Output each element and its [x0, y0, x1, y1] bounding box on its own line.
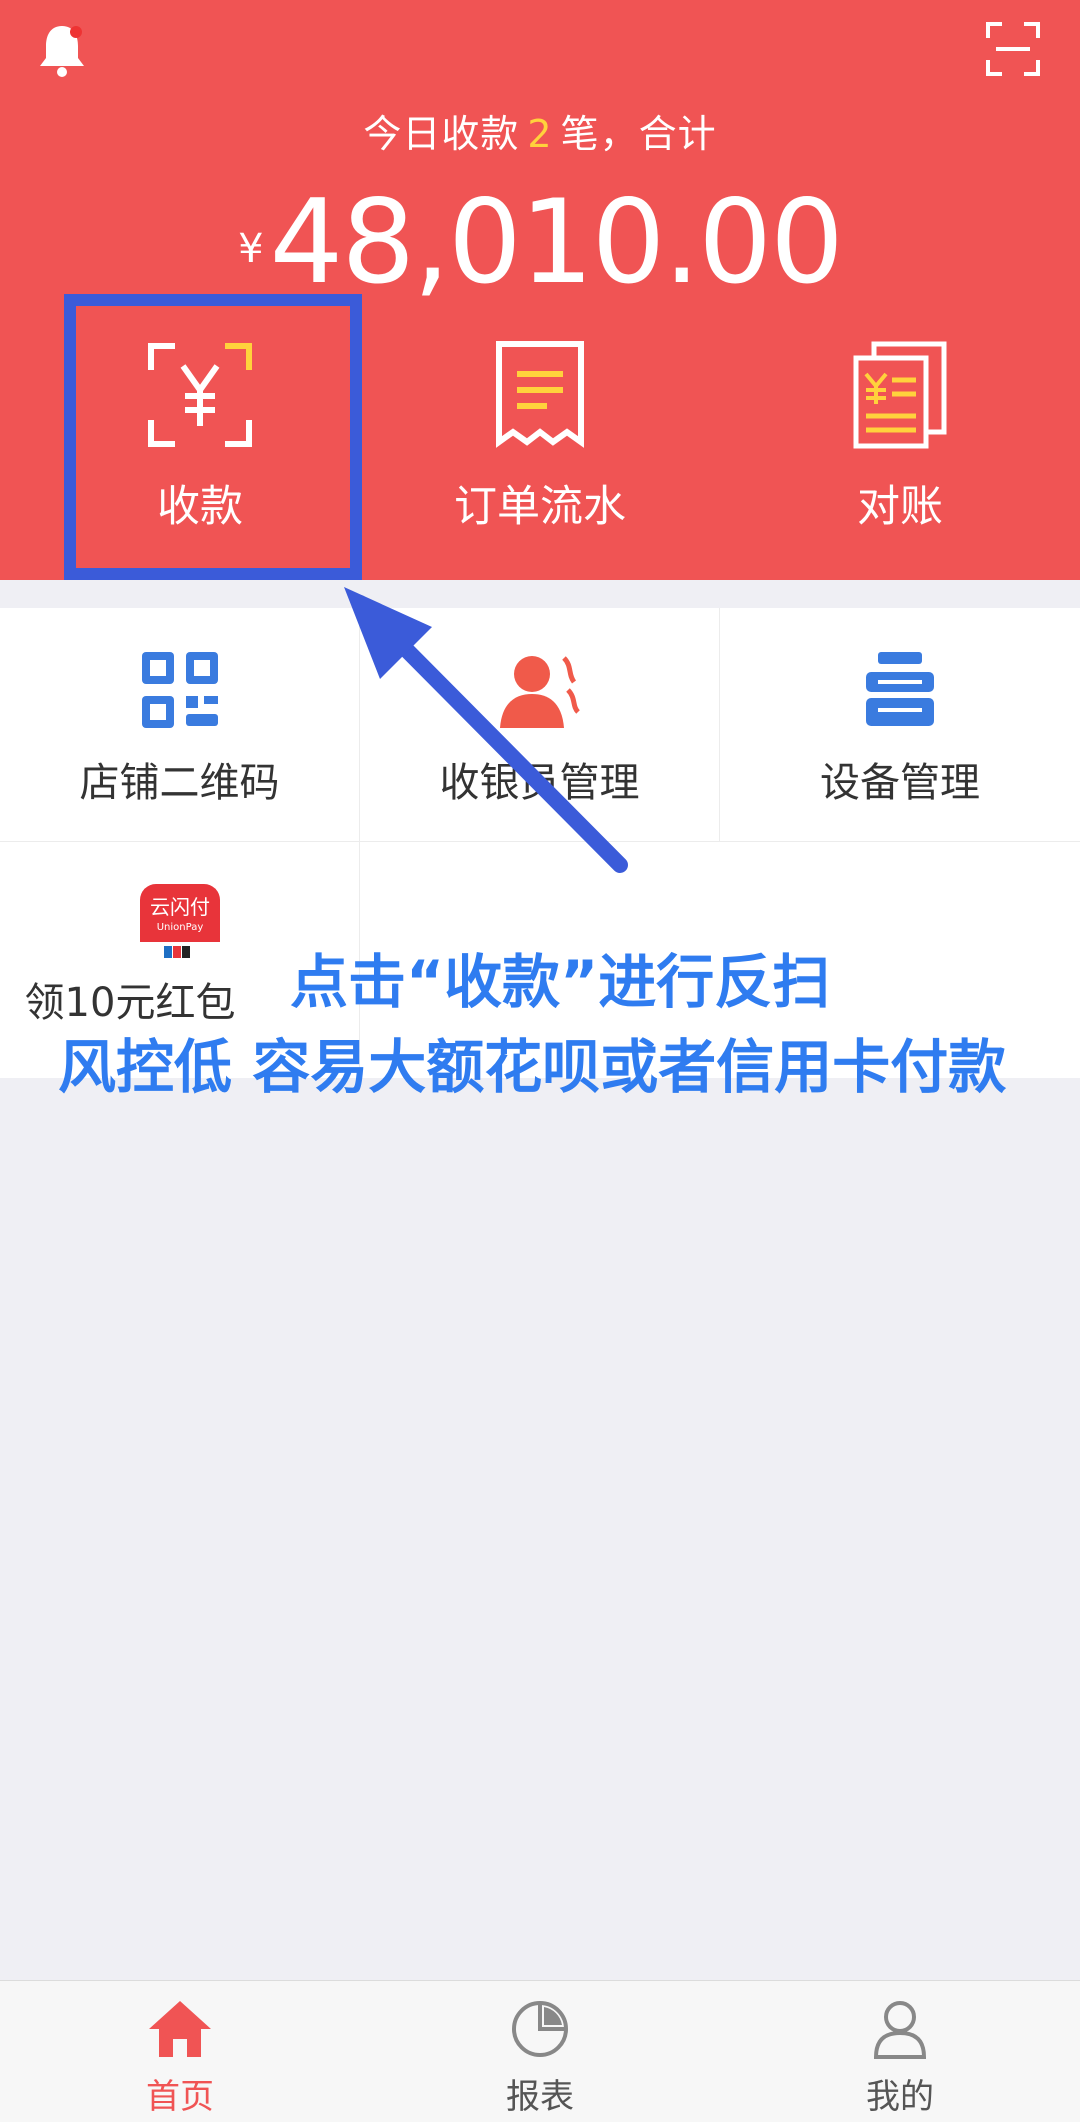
- annotation-line-2: 风控低 容易大额花呗或者信用卡付款: [58, 1033, 1007, 1101]
- amount-value: 48,010.00: [269, 175, 844, 310]
- qrcode-icon: [141, 652, 218, 728]
- tab-mine[interactable]: 我的: [720, 1981, 1080, 2122]
- tab-home[interactable]: 首页: [0, 1981, 360, 2122]
- user-icon: [873, 2001, 927, 2059]
- total-amount: ¥48,010.00: [0, 185, 1080, 301]
- summary-suffix: 笔，合计: [560, 112, 717, 156]
- order-flow-label: 订单流水: [454, 482, 626, 532]
- tab-label: 报表: [506, 2077, 574, 2117]
- today-summary: 今日收款 2 笔，合计: [0, 103, 1080, 158]
- device-icon: [866, 652, 934, 726]
- summary-prefix: 今日收款: [363, 112, 520, 156]
- reconcile-icon: [853, 341, 947, 449]
- tab-label: 首页: [146, 2077, 214, 2117]
- reconcile-label: 对账: [857, 482, 943, 532]
- order-flow-button[interactable]: 订单流水: [370, 340, 710, 534]
- grid-item-device-management[interactable]: 设备管理: [720, 608, 1080, 842]
- annotation-highlight-box: [64, 294, 362, 580]
- unionpay-badge-text: 云闪付: [150, 895, 210, 919]
- unionpay-icon: 云闪付 UnionPay: [139, 884, 220, 964]
- summary-count: 2: [527, 112, 553, 156]
- annotation-line-1: 点击“收款”进行反扫: [290, 948, 831, 1016]
- receipt-icon: [496, 341, 584, 448]
- tab-label: 我的: [866, 2077, 934, 2117]
- grid-item-store-qrcode[interactable]: 店铺二维码: [0, 608, 360, 842]
- annotation-arrow: [344, 587, 628, 873]
- pie-chart-icon: [512, 2001, 568, 2057]
- bottom-tab-bar: 首页 报表 我的: [0, 1980, 1080, 2122]
- currency-symbol: ¥: [238, 226, 264, 272]
- reconcile-button[interactable]: 对账: [730, 340, 1070, 534]
- tab-reports[interactable]: 报表: [360, 1981, 720, 2122]
- unionpay-badge-sub: UnionPay: [156, 922, 203, 933]
- bell-icon[interactable]: [36, 22, 88, 78]
- grid-label: 店铺二维码: [79, 760, 280, 806]
- home-icon: [149, 2001, 211, 2057]
- scan-icon[interactable]: [986, 22, 1040, 76]
- grid-label: 设备管理: [820, 760, 980, 806]
